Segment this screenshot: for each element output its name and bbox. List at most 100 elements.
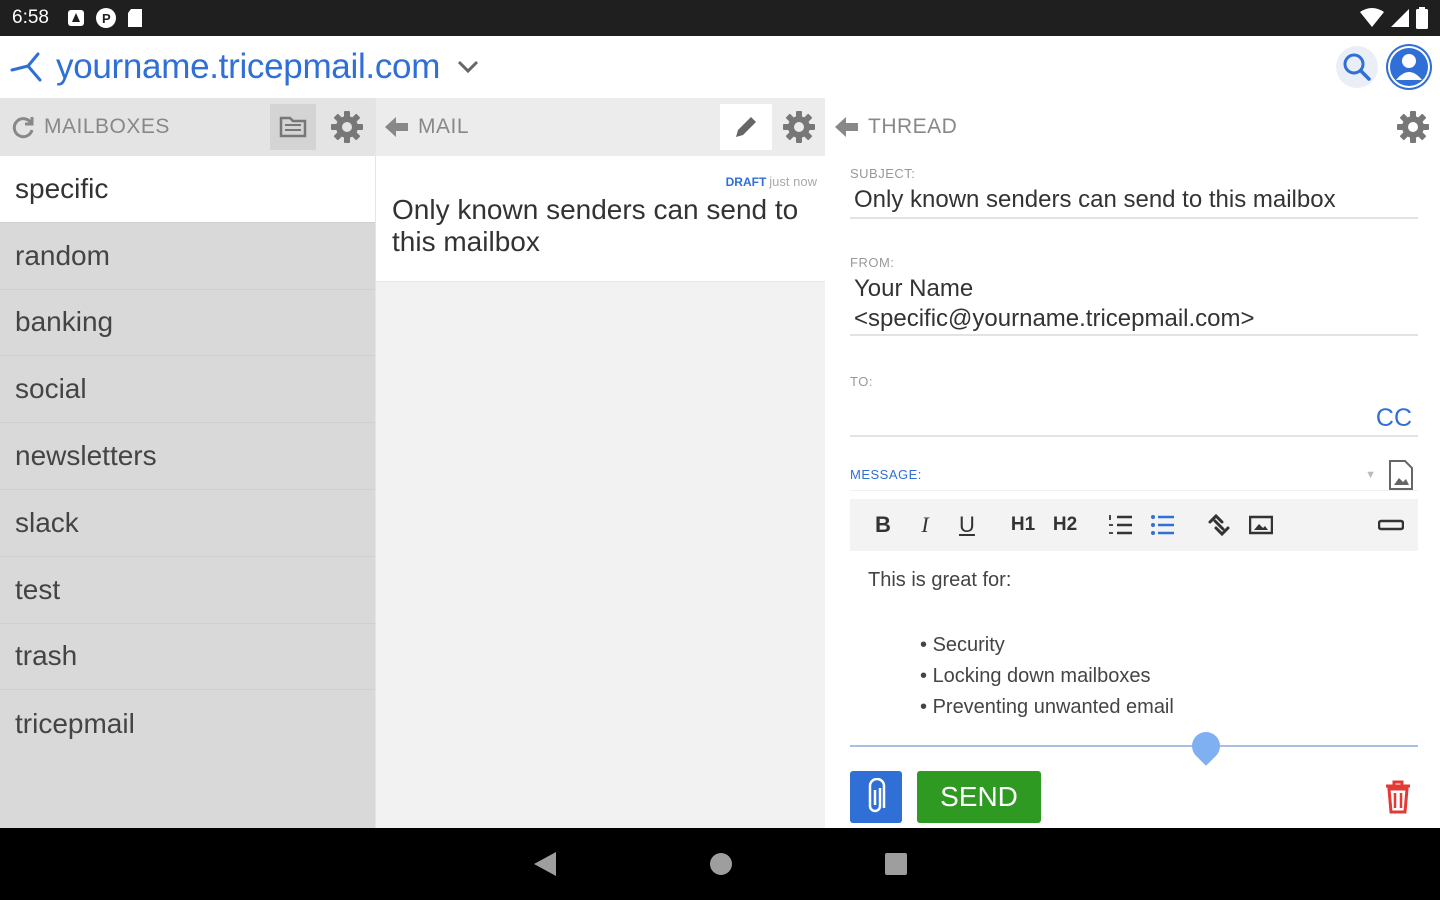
subject-value: Only known senders can send to this mail… [854,186,1336,213]
formatting-toolbar: B I U H1 H2 [850,499,1418,551]
subject-field[interactable]: Only known senders can send to this mail… [850,181,1418,219]
home-icon[interactable] [708,851,734,877]
mail-title: MAIL [418,115,470,138]
mailbox-item-tricepmail[interactable]: tricepmail [0,690,375,757]
mailboxes-header: MAILBOXES [0,98,375,156]
thread-panel: THREAD SUBJECT: Only known senders can s… [826,98,1440,828]
mail-subject: Only known senders can send to this mail… [392,194,799,257]
bullet-list-button[interactable] [1142,504,1184,546]
mailbox-item-random[interactable]: random [0,223,375,290]
draft-badge: DRAFT [725,175,767,189]
from-name: Your Name [854,275,974,302]
status-time: 6:58 [12,7,49,28]
message-bullet-list: Security Locking down mailboxes Preventi… [868,630,1400,723]
link-icon [1208,513,1230,537]
search-button[interactable] [1336,46,1378,88]
tricepmail-logo-icon [10,52,42,82]
cc-button[interactable]: CC [1376,404,1412,433]
from-field[interactable]: Your Name <specific@yourname.tricepmail.… [850,270,1418,336]
to-label: TO: [850,374,873,389]
message-bullet: Security [920,630,1400,661]
heading2-button[interactable]: H2 [1044,504,1086,546]
back-arrow-icon[interactable] [834,115,860,139]
refresh-icon[interactable] [10,114,36,140]
compose-actions: SEND [850,771,1418,823]
thread-title: THREAD [868,115,958,138]
mailbox-item-test[interactable]: test [0,557,375,624]
collapse-arrow-icon[interactable]: ▼ [1365,469,1376,481]
gear-icon [783,111,815,143]
compose-button[interactable] [720,104,772,150]
app-bar: yourname.tricepmail.com [0,36,1440,98]
image-button[interactable] [1240,504,1282,546]
horizontal-rule-button[interactable] [1370,504,1412,546]
mail-list-item[interactable]: DRAFT just now Only known senders can sen… [376,156,825,282]
mailbox-item-specific[interactable]: specific [0,156,375,223]
subject-label: SUBJECT: [850,166,916,181]
back-icon[interactable] [532,850,558,878]
paperclip-icon [868,778,886,813]
message-bullet: Preventing unwanted email [920,692,1400,723]
mailbox-item-banking[interactable]: banking [0,290,375,357]
heading1-button[interactable]: H1 [1002,504,1044,546]
domain-selector[interactable]: yourname.tricepmail.com [56,47,440,87]
sd-card-icon [127,9,142,27]
notification-icon [67,10,84,26]
chevron-down-icon[interactable] [456,59,480,75]
image-icon [1249,515,1273,535]
recents-icon[interactable] [884,852,908,876]
back-arrow-icon[interactable] [384,115,410,139]
mailbox-item-trash[interactable]: trash [0,624,375,691]
send-button[interactable]: SEND [917,771,1041,823]
document-image-icon[interactable] [1388,459,1414,490]
delete-draft-button[interactable] [1384,780,1412,814]
gear-icon [1397,111,1429,143]
text-cursor-handle[interactable] [1186,726,1226,766]
mail-meta: DRAFT just now [726,174,817,189]
bullet-list-icon [1151,515,1174,535]
message-label: MESSAGE: [850,467,922,482]
horizontal-rule-icon [1378,519,1404,531]
svg-text:P: P [102,11,111,26]
mailbox-list: specific random banking social newslette… [0,156,375,757]
from-address: <specific@yourname.tricepmail.com> [854,305,1255,332]
gear-icon [331,111,363,143]
italic-button[interactable]: I [904,504,946,546]
mail-settings-button[interactable] [776,104,822,150]
mailbox-item-slack[interactable]: slack [0,490,375,557]
thread-header: THREAD [826,98,1440,156]
numbered-list-button[interactable] [1100,504,1142,546]
account-icon [1388,46,1430,88]
message-bullet: Locking down mailboxes [920,661,1400,692]
to-field[interactable]: CC [850,389,1418,437]
folder-icon [279,116,307,138]
battery-icon [1416,7,1428,29]
mailboxes-settings-button[interactable] [324,104,370,150]
mail-time: just now [769,174,817,189]
message-intro: This is great for: [868,569,1012,591]
mail-header: MAIL [376,98,825,156]
numbered-list-icon [1109,515,1132,535]
message-editor[interactable]: This is great for: Security Locking down… [850,551,1418,766]
pencil-icon [736,117,756,137]
account-button[interactable] [1386,44,1432,90]
manage-folders-button[interactable] [270,104,316,150]
mailboxes-title: MAILBOXES [44,115,170,138]
mail-panel: MAIL DRAFT just now Only known senders ca… [375,98,825,828]
attach-button[interactable] [850,771,902,823]
compose-form: SUBJECT: Only known senders can send to … [826,166,1440,823]
thread-settings-button[interactable] [1390,104,1436,150]
from-label: FROM: [850,255,895,270]
mailbox-item-social[interactable]: social [0,356,375,424]
mailbox-item-newsletters[interactable]: newsletters [0,423,375,490]
system-navigation-bar [0,828,1440,900]
search-icon [1343,53,1371,81]
wifi-icon [1360,8,1384,27]
status-bar: 6:58 P [0,0,1440,36]
bold-button[interactable]: B [862,504,904,546]
underline-button[interactable]: U [946,504,988,546]
mailboxes-panel: MAILBOXES specific random banking social… [0,98,375,828]
app-notification-icon: P [95,8,116,28]
link-button[interactable] [1198,504,1240,546]
signal-icon [1391,9,1409,27]
